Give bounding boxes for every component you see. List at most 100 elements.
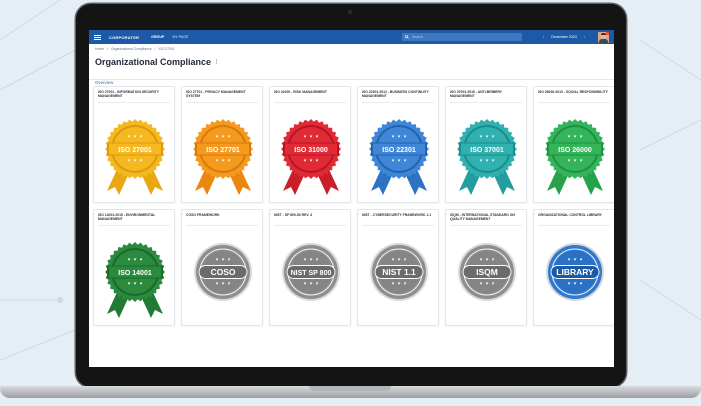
- breadcrumb: Home / Organizational Compliance / ISO 2…: [89, 44, 614, 51]
- svg-text:★: ★: [133, 158, 137, 163]
- svg-text:★: ★: [133, 281, 137, 286]
- card-divider: [538, 225, 610, 226]
- card-divider: [538, 102, 610, 103]
- breadcrumb-compliance[interactable]: Organizational Compliance: [111, 47, 152, 51]
- card-divider: [274, 225, 346, 226]
- svg-text:★: ★: [127, 281, 131, 286]
- svg-text:★: ★: [127, 158, 131, 163]
- svg-text:★: ★: [127, 257, 131, 262]
- svg-text:★: ★: [479, 134, 483, 139]
- svg-text:★: ★: [215, 134, 219, 139]
- card-divider: [186, 225, 258, 226]
- card-title: ISO 27701 - PRIVACY MANAGEMENT SYSTEM: [186, 90, 246, 99]
- card-divider: [98, 225, 170, 226]
- compliance-card[interactable]: ISO 37001:2016 - ANTI-BRIBERY MANAGEMENT…: [445, 86, 527, 203]
- certificate-seal-icon: ★★★★★★COSO: [194, 243, 252, 301]
- compliance-card[interactable]: ISO 14001:2015 - ENVIRONMENTAL MANAGEMEN…: [93, 209, 175, 326]
- compliance-card[interactable]: ORGANIZATIONAL CONTROL LIBRARY ★ ★ ★ ★ ★ ★ LIBR…: [533, 209, 614, 326]
- breadcrumb-home[interactable]: Home: [95, 47, 104, 51]
- svg-text:★: ★: [579, 257, 583, 262]
- svg-text:★: ★: [485, 257, 489, 262]
- card-title: NIST - CYBERSECURITY FRAMEWORK 1.1: [362, 213, 432, 217]
- svg-text:★: ★: [221, 134, 225, 139]
- svg-text:★: ★: [391, 158, 395, 163]
- svg-text:★: ★: [127, 134, 131, 139]
- svg-text:★: ★: [485, 134, 489, 139]
- compliance-card[interactable]: ISO 27001 - INFORMATION SECURITY MANAGEM…: [93, 86, 175, 203]
- svg-text:★: ★: [391, 257, 395, 262]
- svg-text:★: ★: [315, 257, 319, 262]
- page-menu-icon[interactable]: ⋮: [214, 59, 219, 65]
- compliance-card-grid: ISO 27001 - INFORMATION SECURITY MANAGEM…: [89, 80, 614, 326]
- svg-text:★: ★: [221, 257, 225, 262]
- compliance-card[interactable]: ISQM - INTERNATIONAL STANDARD ON QUALITY…: [445, 209, 527, 326]
- svg-text:★: ★: [485, 281, 489, 286]
- card-title: ISO 26000:2010 - SOCIAL RESPONSIBILITY: [538, 90, 608, 94]
- svg-text:★: ★: [579, 134, 583, 139]
- certificate-rosette-icon: ★★★★★★ISO 31000: [281, 119, 341, 195]
- logo-text: CORPORATER: [109, 34, 140, 40]
- prev-period-button[interactable]: ‹: [543, 35, 544, 39]
- badge-label: ISO 27001: [118, 147, 152, 154]
- compliance-card[interactable]: COSO FRAMEWORK ★ ★ ★ ★ ★ ★ COSO: [181, 209, 263, 326]
- svg-text:★: ★: [227, 281, 231, 286]
- nav-my-page-link[interactable]: MY PAGE: [172, 35, 188, 39]
- badge-label: ISO 14001: [118, 270, 152, 277]
- svg-text:★: ★: [397, 158, 401, 163]
- svg-text:★: ★: [133, 134, 137, 139]
- compliance-card[interactable]: ISO 26000:2010 - SOCIAL RESPONSIBILITY ★ ★…: [533, 86, 614, 203]
- certificate-rosette-icon: ★★★★★★ISO 37001: [457, 119, 517, 195]
- svg-text:★: ★: [139, 281, 143, 286]
- svg-text:★: ★: [227, 158, 231, 163]
- svg-text:★: ★: [491, 134, 495, 139]
- svg-text:★: ★: [215, 257, 219, 262]
- svg-text:★: ★: [309, 281, 313, 286]
- certificate-rosette-icon: ★★★★★★ISO 22301: [369, 119, 429, 195]
- period-label[interactable]: December 2024: [551, 35, 577, 39]
- svg-text:★: ★: [221, 158, 225, 163]
- hamburger-menu-icon[interactable]: [94, 34, 101, 41]
- badge-label: ISQM: [476, 267, 498, 277]
- next-period-button[interactable]: ›: [584, 35, 585, 39]
- svg-text:★: ★: [573, 281, 577, 286]
- svg-text:★: ★: [479, 257, 483, 262]
- certificate-rosette-icon: ★★★★★★ISO 14001: [105, 242, 165, 318]
- certificate-rosette-icon: ★★★★★★ISO 27701: [193, 119, 253, 195]
- svg-text:★: ★: [573, 158, 577, 163]
- compliance-card[interactable]: ISO 31000 - RISK MANAGEMENT ★ ★ ★ ★ ★ ★ ISO 310…: [269, 86, 351, 203]
- svg-text:★: ★: [315, 158, 319, 163]
- compliance-card[interactable]: NIST - CYBERSECURITY FRAMEWORK 1.1 ★ ★ ★ ★ ★ ★…: [357, 209, 439, 326]
- badge-label: LIBRARY: [556, 267, 594, 277]
- compliance-card[interactable]: NIST - SP 800-53 REV. 4 ★ ★ ★ ★ ★ ★ NIST SP 800: [269, 209, 351, 326]
- card-title: ISO 27001 - INFORMATION SECURITY MANAGEM…: [98, 90, 159, 99]
- card-title: NIST - SP 800-53 REV. 4: [274, 213, 313, 217]
- svg-text:★: ★: [573, 134, 577, 139]
- svg-text:★: ★: [315, 134, 319, 139]
- svg-text:★: ★: [479, 158, 483, 163]
- svg-text:★: ★: [215, 281, 219, 286]
- card-title: ISO 22301:2012 - BUSINESS CONTINUITY MAN…: [362, 90, 429, 99]
- search-input[interactable]: Search: [402, 33, 523, 41]
- breadcrumb-current: ISO 27001: [158, 47, 175, 51]
- badge-label: ISO 37001: [470, 147, 504, 154]
- app-logo[interactable]: CORPORATER: [109, 35, 139, 40]
- svg-text:★: ★: [403, 257, 407, 262]
- svg-text:★: ★: [479, 281, 483, 286]
- certificate-seal-icon: ★★★★★★NIST 1.1: [370, 243, 428, 301]
- svg-text:★: ★: [391, 281, 395, 286]
- page-title: Organizational Compliance: [95, 57, 212, 67]
- svg-text:★: ★: [309, 134, 313, 139]
- user-avatar[interactable]: [598, 31, 609, 43]
- svg-text:★: ★: [397, 281, 401, 286]
- compliance-card[interactable]: ISO 27701 - PRIVACY MANAGEMENT SYSTEM ★ ★ ★…: [181, 86, 263, 203]
- badge-label: ISO 26000: [558, 147, 592, 154]
- top-navigation-bar: CORPORATER GROUP MY PAGE Search ‹ Decemb…: [89, 30, 614, 44]
- nav-group-link[interactable]: GROUP: [151, 35, 164, 39]
- breadcrumb-separator: /: [107, 47, 108, 51]
- certificate-rosette-icon: ★★★★★★ISO 27001: [105, 119, 165, 195]
- card-divider: [98, 102, 170, 103]
- svg-text:★: ★: [309, 257, 313, 262]
- svg-text:★: ★: [403, 281, 407, 286]
- badge-label: ISO 31000: [294, 147, 328, 154]
- compliance-card[interactable]: ISO 22301:2012 - BUSINESS CONTINUITY MAN…: [357, 86, 439, 203]
